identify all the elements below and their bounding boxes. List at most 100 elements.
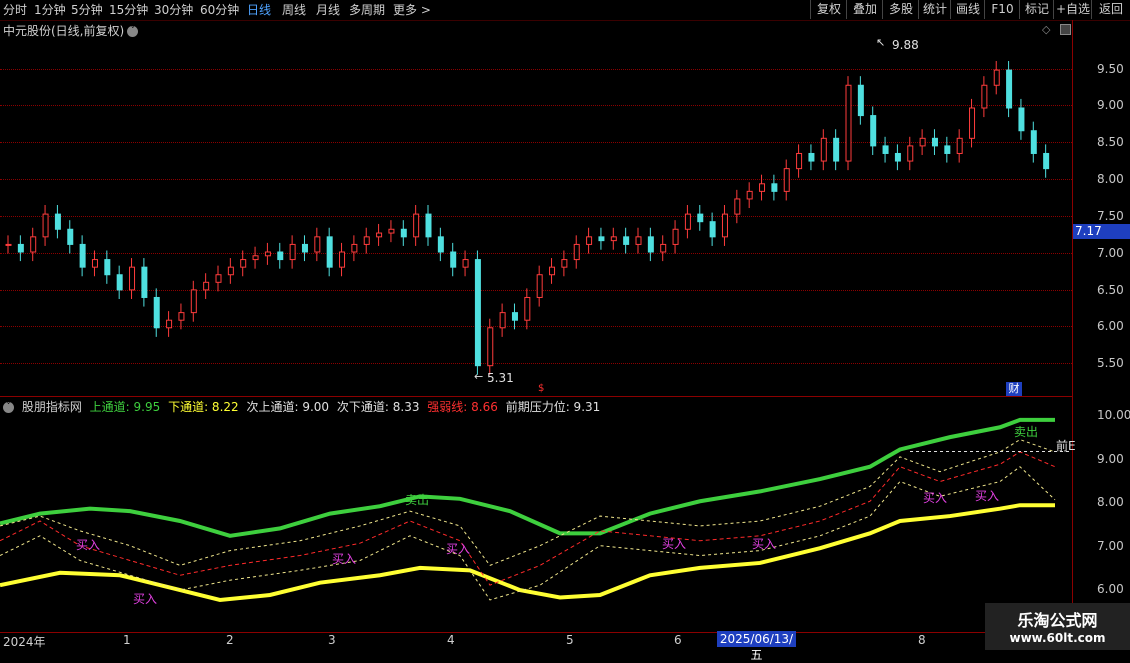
tab-fenshi[interactable]: 分时 <box>3 2 27 18</box>
candle-body <box>277 251 284 261</box>
candle-body <box>1006 69 1013 109</box>
tab-15min[interactable]: 15分钟 <box>109 2 148 18</box>
time-axis <box>0 632 1130 651</box>
candle-body <box>104 259 111 276</box>
candle-body <box>573 243 580 261</box>
candle-body <box>672 228 679 245</box>
tab-1min[interactable]: 1分钟 <box>34 2 66 18</box>
candle-body <box>759 183 766 192</box>
add-watchlist-button[interactable]: +自选 <box>1053 0 1092 19</box>
candle-body <box>301 243 308 253</box>
candle-body <box>30 236 37 253</box>
candle-body <box>400 228 407 238</box>
tab-30min[interactable]: 30分钟 <box>154 2 193 18</box>
watermark-title: 乐淘公式网 <box>1017 611 1098 630</box>
candle-body <box>289 243 296 261</box>
watermark: 乐淘公式网 www.60lt.com <box>985 603 1130 650</box>
watermark-url: www.60lt.com <box>1009 631 1106 645</box>
tab-weekly[interactable]: 周线 <box>282 2 306 18</box>
indicator-chart[interactable] <box>0 410 1072 632</box>
buy-signal: 买入 <box>76 538 101 552</box>
candle-body <box>598 236 605 242</box>
price-tick: 9.00 <box>1097 98 1124 112</box>
candle-body <box>511 312 518 321</box>
candle-body <box>215 274 222 283</box>
mark-button[interactable]: 标记 <box>1019 0 1054 19</box>
back-button[interactable]: 返回 <box>1091 0 1130 19</box>
candle-body <box>425 213 432 238</box>
candle-body <box>363 236 370 245</box>
candle-body <box>857 84 864 117</box>
draw-line-button[interactable]: 画线 <box>950 0 985 19</box>
tab-monthly[interactable]: 月线 <box>316 2 340 18</box>
candle-body <box>697 213 704 223</box>
diamond-icon[interactable]: ◇ <box>1042 23 1050 36</box>
tab-more[interactable]: 更多 > <box>393 2 431 18</box>
candle-body <box>635 236 642 245</box>
time-tick: 8 <box>918 633 926 647</box>
candle-body <box>882 145 889 154</box>
candle-body <box>474 259 481 367</box>
candle-body <box>610 236 617 242</box>
candle-body <box>376 232 383 238</box>
candle-body <box>845 84 852 162</box>
indicator-tick: 7.00 <box>1097 539 1124 553</box>
candle-body <box>5 243 12 246</box>
candle-body <box>339 251 346 268</box>
multi-stock-button[interactable]: 多股 <box>882 0 919 19</box>
finance-marker[interactable]: 财 <box>1006 382 1022 396</box>
buy-signal: 买入 <box>662 537 687 551</box>
candle-body <box>956 137 963 154</box>
candle-body <box>227 266 234 276</box>
current-price-tag: 7.17 <box>1073 224 1130 239</box>
time-tick: 1 <box>123 633 131 647</box>
price-tick: 7.00 <box>1097 246 1124 260</box>
panel-toggle-icon[interactable] <box>1060 24 1071 35</box>
candle-body <box>166 319 173 329</box>
candle-body <box>252 255 259 261</box>
indicator-tick: 10.00 <box>1097 408 1130 422</box>
price-tick: 6.00 <box>1097 319 1124 333</box>
stats-button[interactable]: 统计 <box>918 0 951 19</box>
sell-signal: 卖出 <box>1014 425 1039 439</box>
price-tick: 8.50 <box>1097 135 1124 149</box>
toolbar: 分时 1分钟 5分钟 15分钟 30分钟 60分钟 日线 周线 月线 多周期 更… <box>0 0 1130 21</box>
candle-body <box>203 281 210 291</box>
tab-daily[interactable]: 日线 <box>247 2 271 18</box>
candle-body <box>820 137 827 162</box>
candle-body <box>919 137 926 147</box>
candle-body <box>870 115 877 147</box>
candle-body <box>549 266 556 276</box>
dollar-marker-icon[interactable]: $ <box>538 383 544 394</box>
candle-body <box>190 289 197 314</box>
high-price-label: 9.88 <box>892 38 919 52</box>
candle-body <box>462 259 469 268</box>
candle-body <box>116 274 123 291</box>
tab-5min[interactable]: 5分钟 <box>71 2 103 18</box>
candle-body <box>499 312 506 329</box>
candle-body <box>129 266 136 291</box>
restore-rights-button[interactable]: 复权 <box>810 0 847 19</box>
candle-body <box>524 296 531 321</box>
candle-body <box>944 145 951 154</box>
candle-body <box>931 137 938 147</box>
candle-body <box>536 274 543 298</box>
overlay-button[interactable]: 叠加 <box>846 0 883 19</box>
pressure-label: 前E <box>1056 439 1076 453</box>
tab-multi-period[interactable]: 多周期 <box>349 2 385 18</box>
tab-60min[interactable]: 60分钟 <box>200 2 239 18</box>
candle-body <box>54 213 61 230</box>
f10-button[interactable]: F10 <box>984 0 1020 19</box>
upper-channel-line <box>0 417 1055 538</box>
candlestick-chart[interactable] <box>0 36 1072 396</box>
sub-lower-channel-line <box>0 466 1056 601</box>
low-arrow-icon: ← <box>474 370 484 383</box>
time-tick: 4 <box>447 633 455 647</box>
candle-body <box>264 251 271 257</box>
candle-body <box>1030 130 1037 154</box>
time-tick: 2024年 <box>3 635 46 649</box>
candle-body <box>771 183 778 192</box>
time-tick: 5 <box>566 633 574 647</box>
candle-body <box>326 236 333 268</box>
candle-body <box>721 213 728 238</box>
